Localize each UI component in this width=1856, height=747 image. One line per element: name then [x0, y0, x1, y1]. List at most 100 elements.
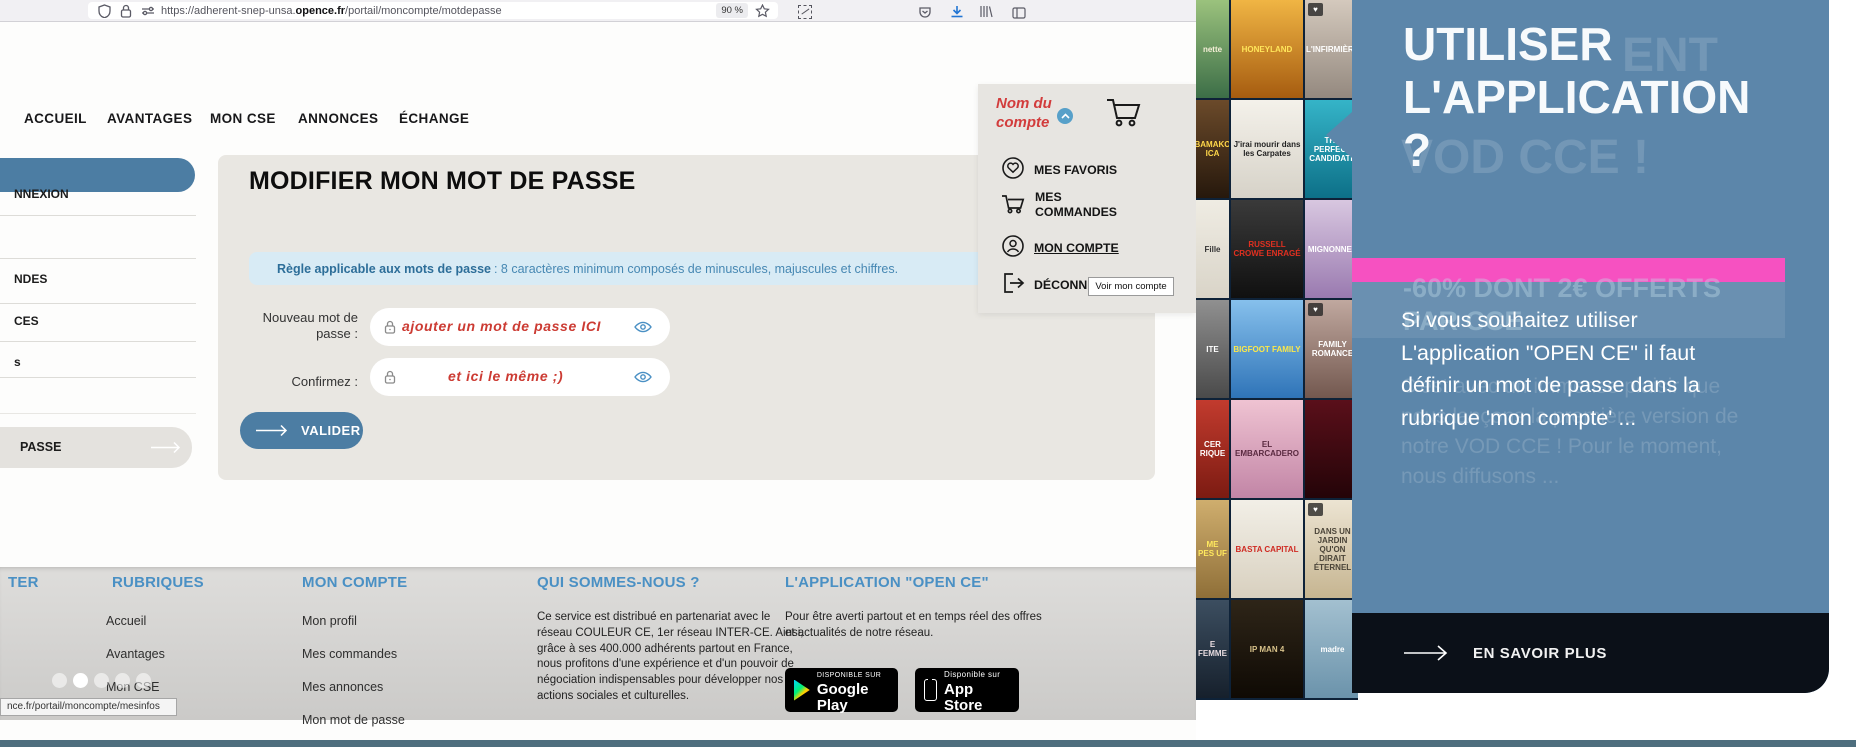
arrow-right-icon — [255, 424, 291, 437]
screenshot-extension-icon[interactable] — [798, 3, 812, 20]
pocket-icon[interactable] — [918, 3, 932, 20]
nav-avantages[interactable]: AVANTAGES — [107, 111, 192, 126]
footer-link-mon-profil[interactable]: Mon profil — [302, 614, 357, 628]
carousel-dot[interactable] — [115, 673, 130, 688]
zoom-level-indicator[interactable]: 90 % — [716, 3, 748, 18]
nav-mon-cse[interactable]: MON CSE — [210, 111, 276, 126]
divider — [0, 341, 196, 342]
footer-link-mes-commandes[interactable]: Mes commandes — [302, 647, 397, 661]
movie-poster[interactable]: ME PES UF — [1196, 500, 1229, 598]
address-url[interactable]: https://adherent-snep-unsa.opence.fr/por… — [161, 5, 502, 17]
movie-poster[interactable]: madre — [1305, 600, 1358, 698]
logout-icon — [1001, 272, 1025, 299]
eye-icon[interactable] — [634, 321, 652, 333]
footer-link-mon-mot-de-passe[interactable]: Mon mot de passe — [302, 713, 405, 727]
browser-toolbar: https://adherent-snep-unsa.opence.fr/por… — [0, 0, 1196, 22]
movie-poster[interactable]: HONEYLAND — [1231, 0, 1303, 98]
footer-link-avantages[interactable]: Avantages — [106, 647, 165, 661]
menu-item-favorites[interactable]: MES FAVORIS — [1001, 156, 1117, 185]
footer-link-mes-annonces[interactable]: Mes annonces — [302, 680, 383, 694]
cart-icon[interactable] — [1104, 94, 1142, 133]
new-password-input[interactable]: ajouter un mot de passe ICI — [370, 308, 670, 346]
status-link-preview: nce.fr/portail/moncompte/mesinfos — [0, 698, 177, 716]
bottom-bar — [0, 740, 1856, 747]
badge-small-text: Disponible sur — [944, 669, 1001, 679]
url-path: /portail/moncompte/motdepasse — [345, 4, 502, 17]
url-subdomain: https://adherent-snep-unsa. — [161, 4, 296, 17]
sidebar-toggle-icon[interactable] — [1012, 4, 1026, 21]
movie-poster[interactable]: IP MAN 4 — [1231, 600, 1303, 698]
tooltip: Voir mon compte — [1088, 277, 1174, 296]
movie-poster[interactable]: RUSSELL CROWE ENRAGÉ — [1231, 200, 1303, 298]
permissions-icon[interactable] — [141, 2, 155, 19]
nav-accueil[interactable]: ACCUEIL — [24, 111, 87, 126]
submit-button[interactable]: VALIDER — [240, 412, 363, 449]
lock-icon[interactable] — [120, 2, 132, 19]
heart-badge-icon[interactable]: ♥ — [1308, 3, 1323, 16]
movie-poster[interactable]: MIGNONNES — [1305, 200, 1358, 298]
download-icon[interactable] — [950, 3, 964, 20]
cart-icon — [1000, 191, 1026, 220]
new-password-placeholder-note: ajouter un mot de passe ICI — [402, 318, 602, 334]
divider — [0, 413, 196, 414]
user-icon — [1001, 234, 1025, 263]
carousel-dot[interactable] — [94, 673, 109, 688]
menu-item-orders[interactable]: MES COMMANDES — [1000, 190, 1117, 220]
movie-poster[interactable]: CER RIQUE — [1196, 400, 1229, 498]
en-savoir-plus-button[interactable]: EN SAVOIR PLUS — [1352, 613, 1829, 693]
nav-annonces[interactable]: ANNONCES — [298, 111, 378, 126]
movie-poster[interactable]: BIGFOOT FAMILY — [1231, 300, 1303, 398]
eye-icon[interactable] — [634, 371, 652, 383]
menu-item-label: MES FAVORIS — [1034, 163, 1118, 177]
movie-poster[interactable] — [1305, 400, 1358, 498]
shield-icon[interactable] — [98, 2, 111, 19]
movie-poster[interactable]: ♥ FAMILY ROMANCE — [1305, 300, 1358, 398]
movie-poster[interactable]: ♥ L'INFIRMIÈRE — [1305, 0, 1358, 98]
heart-badge-icon[interactable]: ♥ — [1308, 503, 1323, 516]
sidebar-motdepasse-label: PASSE — [20, 440, 62, 454]
menu-item-logout[interactable]: DÉCONN — [1001, 272, 1087, 299]
carousel-dot[interactable] — [136, 673, 151, 688]
carousel-dot-active[interactable] — [73, 673, 88, 688]
sidebar-item-commandes[interactable]: NDES — [14, 272, 47, 286]
footer-heading-mon-compte: MON COMPTE — [302, 574, 408, 591]
movie-poster[interactable]: Fille — [1196, 200, 1229, 298]
footer-link-accueil[interactable]: Accueil — [106, 614, 146, 628]
carousel-dot[interactable] — [52, 673, 67, 688]
bookmark-star-icon[interactable] — [755, 2, 770, 19]
footer-heading-qui-sommes-nous: QUI SOMMES-NOUS ? — [537, 574, 700, 591]
nav-echange[interactable]: ÉCHANGE — [399, 111, 469, 126]
rule-label: Règle applicable aux mots de passe — [277, 261, 491, 276]
promo-text: Si vous souhaitez utiliser L'application… — [1401, 308, 1700, 430]
menu-item-my-account[interactable]: MON COMPTE — [1001, 234, 1119, 263]
sidebar-item-annonces[interactable]: CES — [14, 314, 39, 328]
lock-icon — [384, 320, 396, 334]
divider — [0, 377, 196, 378]
movie-poster[interactable]: nette — [1196, 0, 1229, 98]
movie-poster[interactable]: ♥ DANS UN JARDIN QU'ON DIRAIT ÉTERNEL — [1305, 500, 1358, 598]
library-icon[interactable] — [979, 3, 993, 20]
movie-poster[interactable]: BAMAKO ICA — [1196, 100, 1229, 198]
url-field[interactable]: https://adherent-snep-unsa.opence.fr/por… — [88, 2, 778, 19]
account-name-trigger[interactable]: Nom du compte — [996, 94, 1052, 132]
google-play-badge[interactable]: DISPONIBLE SUR Google Play — [785, 668, 898, 714]
heart-badge-icon[interactable]: ♥ — [1308, 303, 1323, 316]
movie-poster[interactable]: E FEMME — [1196, 600, 1229, 698]
movie-poster[interactable]: EL EMBARCADERO — [1231, 400, 1303, 498]
movie-poster[interactable]: ITE — [1196, 300, 1229, 398]
movie-poster[interactable]: J'irai mourir dans les Carpates — [1231, 100, 1303, 198]
confirm-password-input[interactable]: et ici le même ;) — [370, 358, 670, 396]
rule-text: : 8 caractères minimum composés de minus… — [493, 261, 899, 276]
promo-headline: UTILISER L'APPLICATION ? — [1403, 18, 1751, 176]
app-store-badge[interactable]: Disponible sur App Store — [915, 668, 1019, 714]
chevron-up-icon[interactable] — [1057, 108, 1073, 124]
sidebar-item-infos[interactable]: s — [14, 355, 21, 369]
footer-link-mon-cse[interactable]: Mon CSE — [106, 680, 160, 694]
sidebar-item-motdepasse[interactable]: PASSE — [0, 427, 192, 468]
submit-label: VALIDER — [301, 423, 361, 438]
sidebar-item-connexion[interactable]: NNEXION — [14, 187, 69, 201]
divider — [0, 215, 196, 216]
menu-item-label: DÉCONN — [1034, 278, 1088, 292]
movie-poster[interactable]: BASTA CAPITAL — [1231, 500, 1303, 598]
divider — [0, 303, 196, 304]
